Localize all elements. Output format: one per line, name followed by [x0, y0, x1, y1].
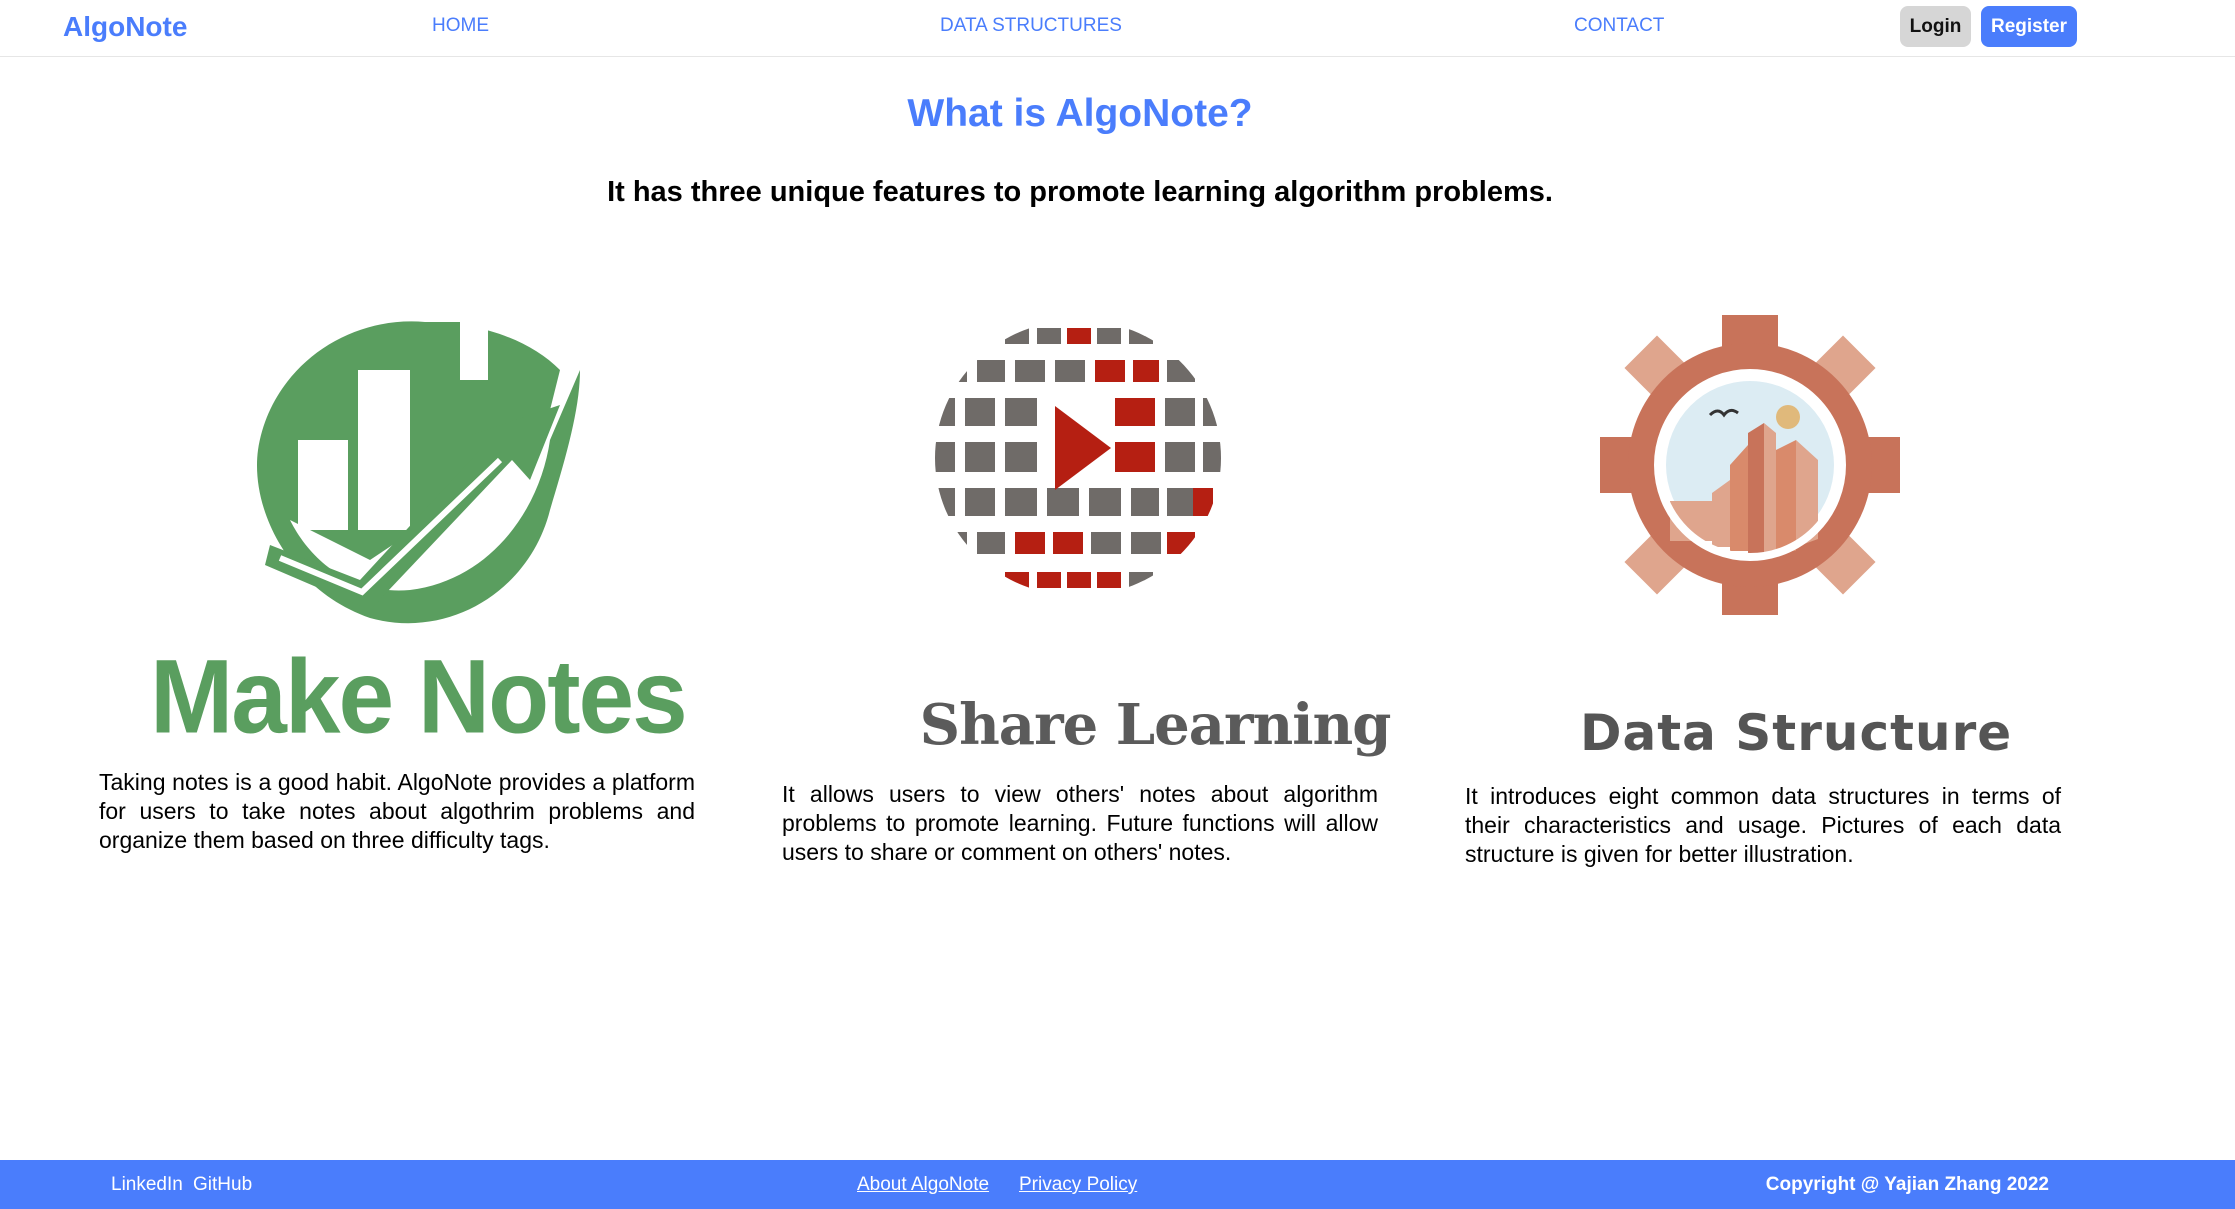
feature-description-data-structure: It introduces eight common data structur… — [1465, 783, 2061, 867]
page-subtitle: It has three unique features to promote … — [607, 176, 1553, 208]
nav-home-link[interactable]: HOME — [432, 15, 489, 37]
globe-play-icon — [935, 328, 1221, 588]
bar-chart-leaf-icon — [256, 320, 580, 624]
navbar: AlgoNote HOME DATA STRUCTURES CONTACT Lo… — [0, 0, 2235, 57]
footer-linkedin-link[interactable]: LinkedIn — [111, 1174, 183, 1196]
feature-description-share-learning: It allows users to view others' notes ab… — [782, 781, 1378, 865]
footer: LinkedIn GitHub About AlgoNote Privacy P… — [0, 1160, 2235, 1209]
footer-github-link[interactable]: GitHub — [193, 1174, 252, 1196]
footer-copyright: Copyright @ Yajian Zhang 2022 — [1765, 1174, 2049, 1195]
footer-about-link[interactable]: About AlgoNote — [857, 1174, 989, 1196]
feature-description-make-notes: Taking notes is a good habit. AlgoNote p… — [99, 769, 695, 853]
nav-contact-link[interactable]: CONTACT — [1574, 15, 1664, 37]
share-learning-logo-text: Share Learning — [919, 692, 1392, 758]
data-structure-logo-text: Data Structure — [1580, 704, 2013, 762]
register-button[interactable]: Register — [1981, 6, 2077, 47]
make-notes-logo-text: Make Notes — [150, 638, 688, 756]
brand-logo-link[interactable]: AlgoNote — [63, 11, 187, 43]
page-title: What is AlgoNote? — [907, 92, 1253, 135]
footer-privacy-link[interactable]: Privacy Policy — [1019, 1174, 1137, 1196]
login-button[interactable]: Login — [1900, 6, 1971, 47]
gear-city-icon — [1600, 315, 1900, 615]
nav-data-structures-link[interactable]: DATA STRUCTURES — [940, 15, 1122, 37]
